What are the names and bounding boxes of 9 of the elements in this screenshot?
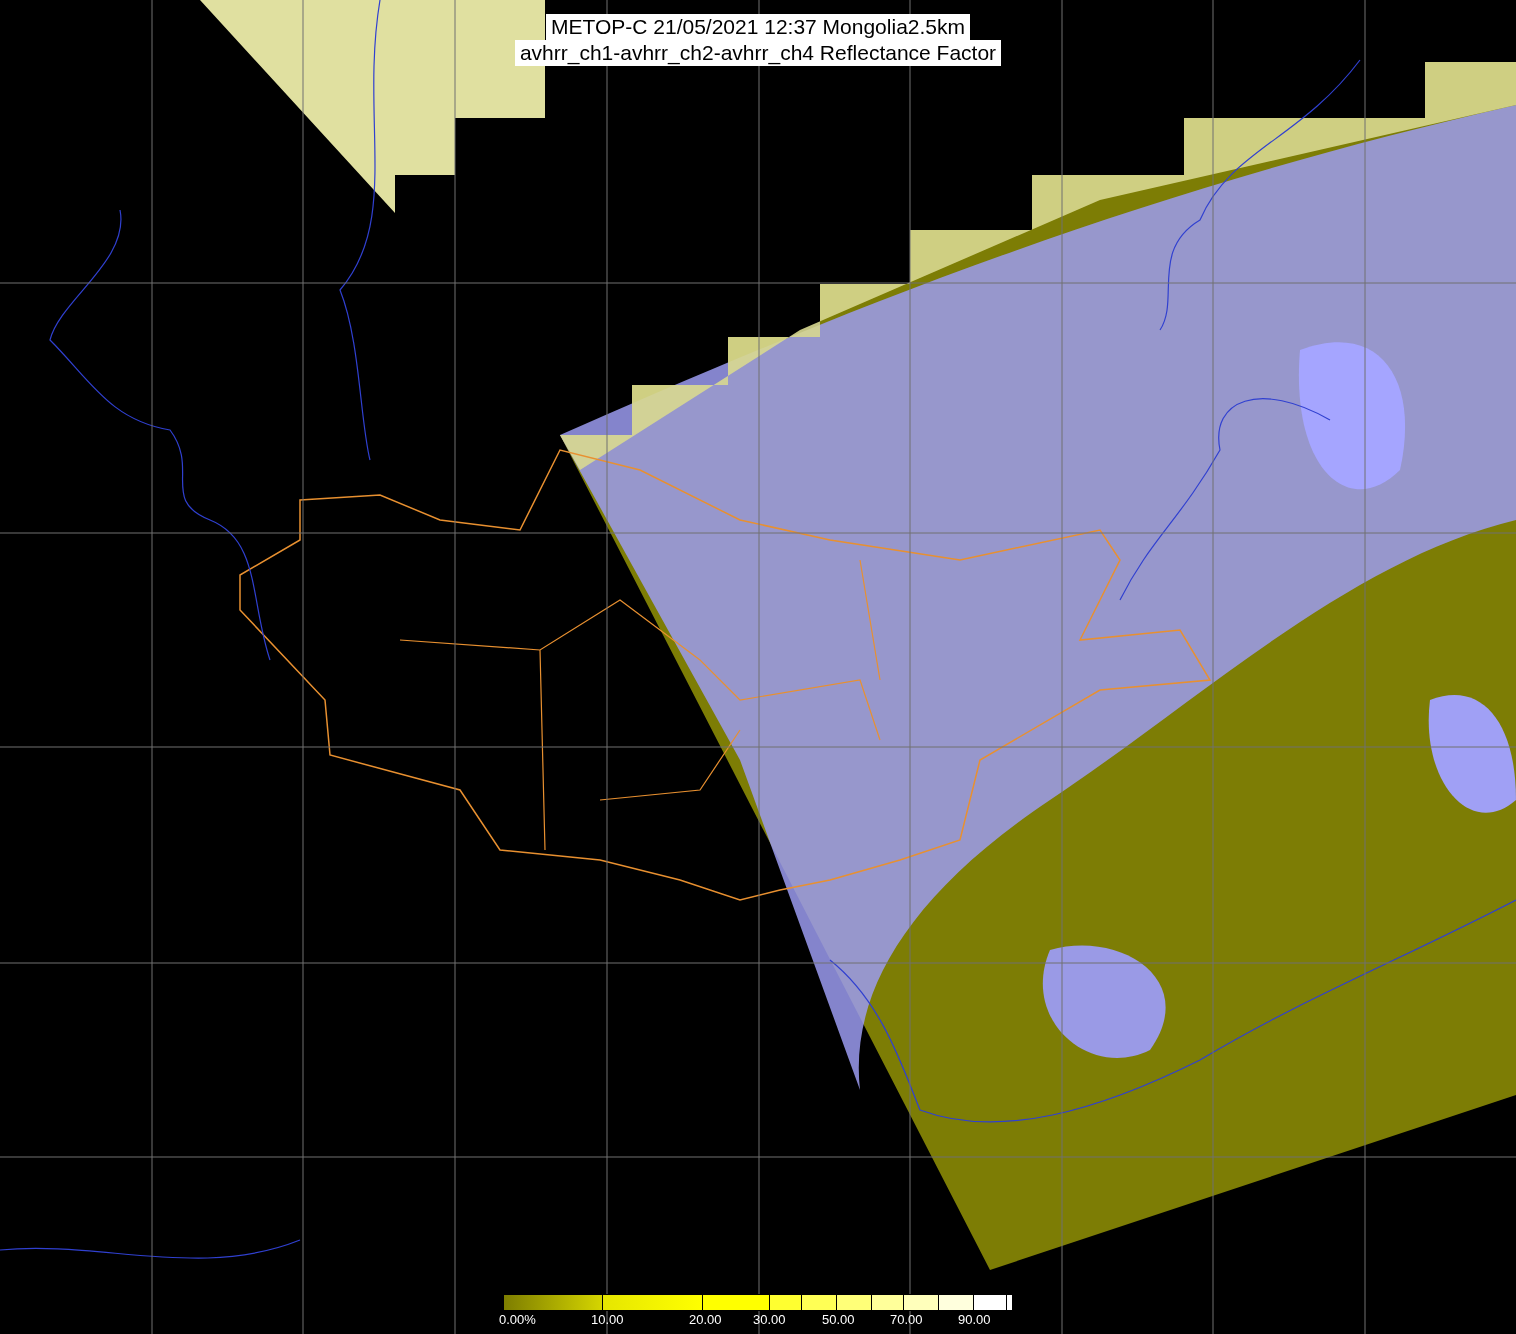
map-title: avhrr_ch1-avhrr_ch2-avhrr_ch4 Reflectance Factor: [514, 40, 1002, 66]
colorbar-label: 90.00: [958, 1312, 991, 1328]
colorbar-label: 30.00: [753, 1312, 786, 1328]
colorbar-label: 10.00: [591, 1312, 624, 1328]
colorbar-label: 20.00: [689, 1312, 722, 1328]
map-title: METOP-C 21/05/2021 12:37 Mongolia2.5km: [546, 14, 970, 40]
colorbar-label: 50.00: [822, 1312, 855, 1328]
colorbar-label: 0.00%: [499, 1312, 536, 1328]
colorbar-label: 70.00: [890, 1312, 923, 1328]
